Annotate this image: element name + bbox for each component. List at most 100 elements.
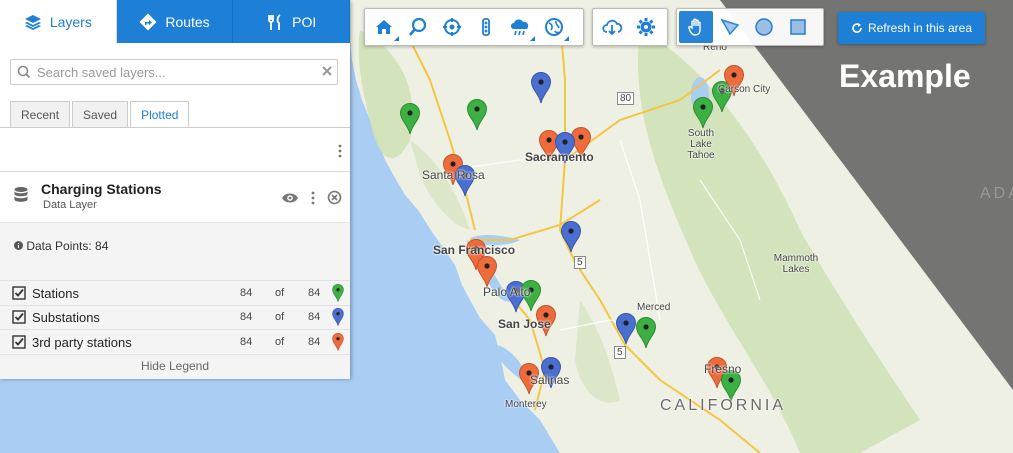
polygon-tool-button[interactable]	[713, 11, 747, 43]
tab-saved[interactable]: Saved	[72, 101, 129, 127]
hand-icon	[688, 18, 701, 36]
globe-icon	[545, 18, 563, 36]
layer-legend: Data Points: 84 Stations 84 of 84 Substa…	[0, 222, 350, 379]
checkbox-checked-icon[interactable]	[12, 310, 26, 324]
map-label-san-francisco: San Francisco	[433, 243, 516, 257]
main-tabs: Layers Routes POI	[0, 0, 351, 43]
map-label-nevada: ADA	[980, 185, 1013, 202]
legend-row-divider	[0, 354, 350, 355]
search-box	[10, 59, 338, 85]
draw-tools-group	[676, 8, 824, 46]
map-label-carson-city: Carson City	[718, 84, 771, 95]
map-label-santa-rosa: Santa Rosa	[422, 168, 485, 182]
home-icon	[376, 20, 392, 34]
settings-button[interactable]	[629, 11, 663, 43]
layers-icon	[24, 14, 41, 30]
route-sign-icon	[139, 13, 157, 30]
legend-total: 84	[308, 287, 321, 299]
pan-button[interactable]	[679, 11, 713, 43]
green-marker-icon	[332, 284, 344, 302]
map-label-merced: Merced	[637, 302, 671, 313]
weather-button[interactable]	[503, 11, 537, 43]
highway-5-shield-south: 5	[614, 346, 626, 359]
map-tools-group	[364, 8, 584, 46]
hide-legend-button[interactable]: Hide Legend	[0, 359, 350, 373]
refresh-icon	[852, 23, 862, 33]
polygon-icon	[720, 18, 740, 36]
tab-layers-label: Layers	[49, 13, 92, 30]
crosshair-icon	[443, 18, 461, 36]
layer-subtitle: Data Layer	[43, 199, 97, 211]
search-icon	[17, 65, 31, 79]
clear-icon[interactable]	[317, 64, 337, 80]
remove-circle-icon[interactable]	[327, 190, 342, 205]
sub-tabs-divider	[0, 127, 350, 128]
tab-plotted[interactable]: Plotted	[130, 101, 190, 128]
zoom-icon	[409, 17, 427, 36]
legend-count: 84	[240, 311, 253, 323]
refresh-area-button[interactable]: Refresh in this area	[838, 12, 985, 44]
tab-poi-label: POI	[292, 13, 317, 30]
blue-marker-icon	[332, 308, 344, 326]
rectangle-tool-button[interactable]	[781, 11, 815, 43]
map-label-fresno: Fresno	[704, 362, 742, 376]
vertical-dots-icon[interactable]	[311, 191, 315, 205]
globe-button[interactable]	[537, 11, 571, 43]
tab-routes-label: Routes	[165, 13, 210, 30]
legend-label: 3rd party stations	[32, 334, 132, 350]
tab-routes[interactable]: Routes	[116, 0, 234, 43]
highway-5-shield: 5	[574, 256, 586, 269]
layer-sub-tabs: Recent Saved Plotted	[10, 101, 191, 128]
layer-header: Charging Stations Data Layer	[0, 172, 350, 222]
cloud-download-icon	[602, 19, 623, 36]
legend-label: Stations	[32, 285, 79, 301]
map-label-salinas: Salinas	[530, 373, 570, 387]
panel-menu-button[interactable]	[338, 144, 342, 161]
vertical-dots-icon	[338, 144, 342, 158]
checkbox-checked-icon[interactable]	[12, 286, 26, 300]
locate-button[interactable]	[435, 11, 469, 43]
layer-title: Charging Stations	[41, 181, 162, 197]
home-button[interactable]	[367, 11, 401, 43]
legend-label: Substations	[32, 309, 100, 325]
circle-tool-button[interactable]	[747, 11, 781, 43]
tab-layers[interactable]: Layers	[0, 0, 117, 43]
map-label-mammoth-lakes: Mammoth Lakes	[773, 253, 819, 275]
zoom-button[interactable]	[401, 11, 435, 43]
legend-row-divider	[0, 305, 350, 306]
rain-cloud-icon	[511, 19, 529, 36]
legend-row-3rd-party[interactable]: 3rd party stations 84 of 84	[12, 332, 344, 352]
legend-total: 84	[308, 311, 321, 323]
eye-icon[interactable]	[281, 192, 299, 204]
refresh-label: Refresh in this area	[867, 21, 973, 35]
gear-icon	[637, 18, 655, 36]
legend-count: 84	[240, 336, 253, 348]
map-label-california: CALIFORNIA	[660, 397, 787, 414]
tab-poi[interactable]: POI	[233, 0, 351, 43]
highway-80-shield: 80	[617, 92, 635, 105]
legend-count: 84	[240, 287, 253, 299]
legend-row-divider	[0, 329, 350, 330]
info-icon	[14, 241, 23, 250]
traffic-button[interactable]	[469, 11, 503, 43]
tab-recent[interactable]: Recent	[10, 101, 71, 127]
data-tools-group	[592, 8, 668, 46]
legend-total: 84	[308, 336, 321, 348]
orange-marker-icon	[332, 333, 344, 351]
legend-row-substations[interactable]: Substations 84 of 84	[12, 307, 344, 327]
map-label-sacramento: Sacramento	[525, 150, 594, 164]
map-label-monterey: Monterey	[505, 399, 547, 410]
map-label-palo-alto: Palo Alto	[483, 285, 531, 299]
search-input[interactable]	[33, 61, 317, 83]
legend-of: of	[275, 311, 285, 323]
traffic-light-icon	[482, 18, 490, 36]
map-label-san-jose: San Jose	[498, 317, 551, 331]
download-button[interactable]	[595, 11, 629, 43]
example-ribbon: Example	[839, 58, 971, 94]
checkbox-checked-icon[interactable]	[12, 335, 26, 349]
layer-actions	[281, 190, 342, 205]
legend-row-stations[interactable]: Stations 84 of 84	[12, 283, 344, 303]
legend-of: of	[275, 287, 285, 299]
data-points: Data Points: 84	[14, 239, 108, 253]
circle-icon	[755, 18, 773, 36]
